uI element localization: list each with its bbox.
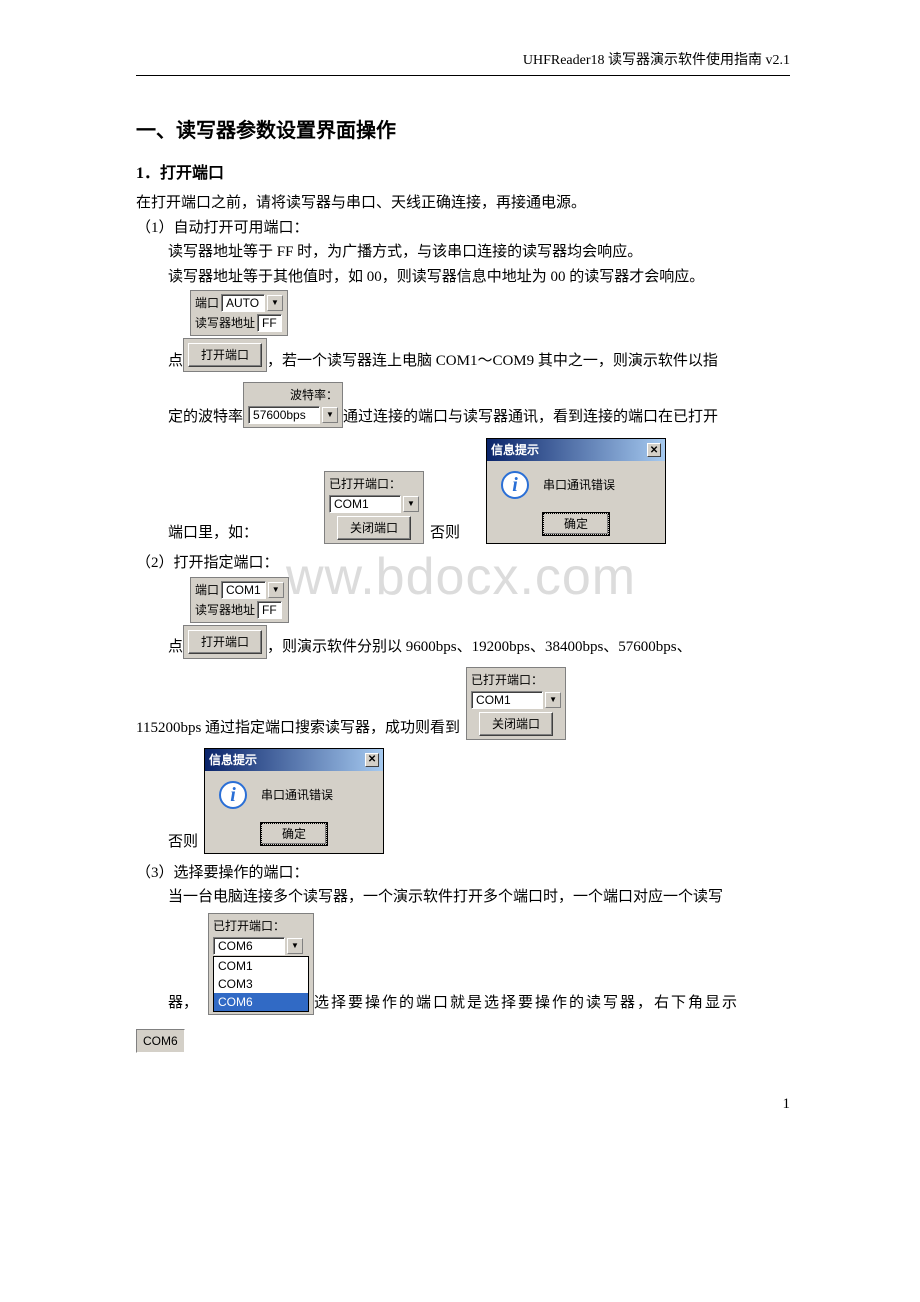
item1-label: （1）自动打开可用端口：: [136, 217, 790, 240]
close-port-button-2[interactable]: 关闭端口: [479, 712, 553, 736]
open-port-button-panel: 打开端口: [183, 338, 267, 372]
else-text-2: 否则: [168, 831, 198, 854]
close-icon[interactable]: ✕: [365, 753, 379, 767]
baud-combo[interactable]: 57600bps: [248, 406, 320, 424]
open-port-button-panel-2: 打开端口: [183, 625, 267, 659]
else-text: 否则: [430, 522, 460, 545]
open-port-button-2[interactable]: 打开端口: [188, 630, 262, 654]
status-bar-port: COM6: [136, 1029, 185, 1053]
opened-port-panel-3: 已打开端口： COM6 ▼ COM1 COM3 COM6: [208, 913, 314, 1015]
click-suffix: ，若一个读写器连上电脑 COM1～COM9 其中之一，则演示软件以指: [267, 350, 718, 373]
combo-option-com1[interactable]: COM1: [214, 957, 308, 975]
opened-combo[interactable]: COM1: [329, 495, 401, 513]
item2-label: （2）打开指定端口： ww.bdocx.com: [136, 552, 790, 575]
click-prefix: 点: [168, 350, 183, 373]
addr-label: 读写器地址: [195, 601, 255, 619]
baud-suffix: 通过连接的端口与读写器通讯，看到连接的端口在已打开: [343, 406, 718, 429]
opened-combo-3[interactable]: COM6: [213, 937, 285, 955]
port-label: 端口: [195, 294, 219, 312]
opened-label-3: 已打开端口：: [213, 917, 285, 935]
item3-line1: 当一台电脑连接多个读写器，一个演示软件打开多个端口时，一个端口对应一个读写: [136, 886, 790, 909]
chevron-down-icon[interactable]: ▼: [267, 295, 283, 311]
item3-label: （3）选择要操作的端口：: [136, 862, 790, 885]
dialog-msg: 串口通讯错误: [543, 476, 615, 494]
port-combo-2[interactable]: COM1: [221, 581, 266, 599]
chevron-down-icon[interactable]: ▼: [322, 407, 338, 423]
opened-label: 已打开端口：: [329, 475, 401, 493]
open-prefix: 端口里，如：: [168, 522, 258, 545]
click-prefix-2: 点: [168, 636, 183, 659]
addr-input[interactable]: FF: [257, 314, 282, 332]
chevron-down-icon[interactable]: ▼: [287, 938, 303, 954]
combo-option-com3[interactable]: COM3: [214, 975, 308, 993]
dialog-msg-2: 串口通讯错误: [261, 786, 333, 804]
section-title: 一、读写器参数设置界面操作: [136, 116, 790, 146]
doc-header: UHFReader18 读写器演示软件使用指南 v2.1: [136, 50, 790, 76]
chevron-down-icon[interactable]: ▼: [403, 496, 419, 512]
opened-port-panel-2: 已打开端口： COM1 ▼ 关闭端口: [466, 667, 566, 740]
port-config-panel: 端口 AUTO ▼ 读写器地址 FF: [190, 290, 288, 336]
error-dialog-2: 信息提示 ✕ i 串口通讯错误 确定: [204, 748, 384, 854]
item3-prefix: 器，: [168, 992, 198, 1015]
item1-line1: 读写器地址等于 FF 时，为广播方式，与该串口连接的读写器均会响应。: [136, 241, 790, 264]
chevron-down-icon[interactable]: ▼: [545, 692, 561, 708]
opened-label-2: 已打开端口：: [471, 671, 543, 689]
opened-port-panel: 已打开端口： COM1 ▼ 关闭端口: [324, 471, 424, 544]
baud-prefix: 定的波特率: [168, 406, 243, 429]
click-suffix-2: ，则演示软件分别以 9600bps、19200bps、38400bps、5760…: [267, 636, 692, 659]
port-label: 端口: [195, 581, 219, 599]
chevron-down-icon[interactable]: ▼: [268, 582, 284, 598]
baud-panel: 波特率： 57600bps ▼: [243, 382, 343, 428]
port-config-panel-2: 端口 COM1 ▼ 读写器地址 FF: [190, 577, 289, 623]
item1-line2: 读写器地址等于其他值时，如 00，则读写器信息中地址为 00 的读写器才会响应。: [136, 266, 790, 289]
subsection-title: 1．打开端口: [136, 162, 790, 186]
dialog-title: 信息提示: [491, 441, 539, 459]
port-combo[interactable]: AUTO: [221, 294, 265, 312]
addr-label: 读写器地址: [195, 314, 255, 332]
open-port-button[interactable]: 打开端口: [188, 343, 262, 367]
close-port-button[interactable]: 关闭端口: [337, 516, 411, 540]
addr-input-2[interactable]: FF: [257, 601, 282, 619]
ok-button[interactable]: 确定: [543, 513, 609, 535]
close-icon[interactable]: ✕: [647, 443, 661, 457]
item2-line2: 115200bps 通过指定端口搜索读写器，成功则看到: [136, 717, 460, 740]
info-icon: i: [501, 471, 529, 499]
error-dialog: 信息提示 ✕ i 串口通讯错误 确定: [486, 438, 666, 544]
page-number: 1: [136, 1093, 790, 1116]
intro-text: 在打开端口之前，请将读写器与串口、天线正确连接，再接通电源。: [136, 192, 790, 215]
opened-combo-2[interactable]: COM1: [471, 691, 543, 709]
item3-suffix: 选择要操作的端口就是选择要操作的读写器，右下角显示: [314, 992, 739, 1015]
baud-label: 波特率：: [290, 386, 338, 404]
info-icon: i: [219, 781, 247, 809]
combo-option-com6[interactable]: COM6: [214, 993, 308, 1011]
dialog-title-2: 信息提示: [209, 751, 257, 769]
ok-button-2[interactable]: 确定: [261, 823, 327, 845]
